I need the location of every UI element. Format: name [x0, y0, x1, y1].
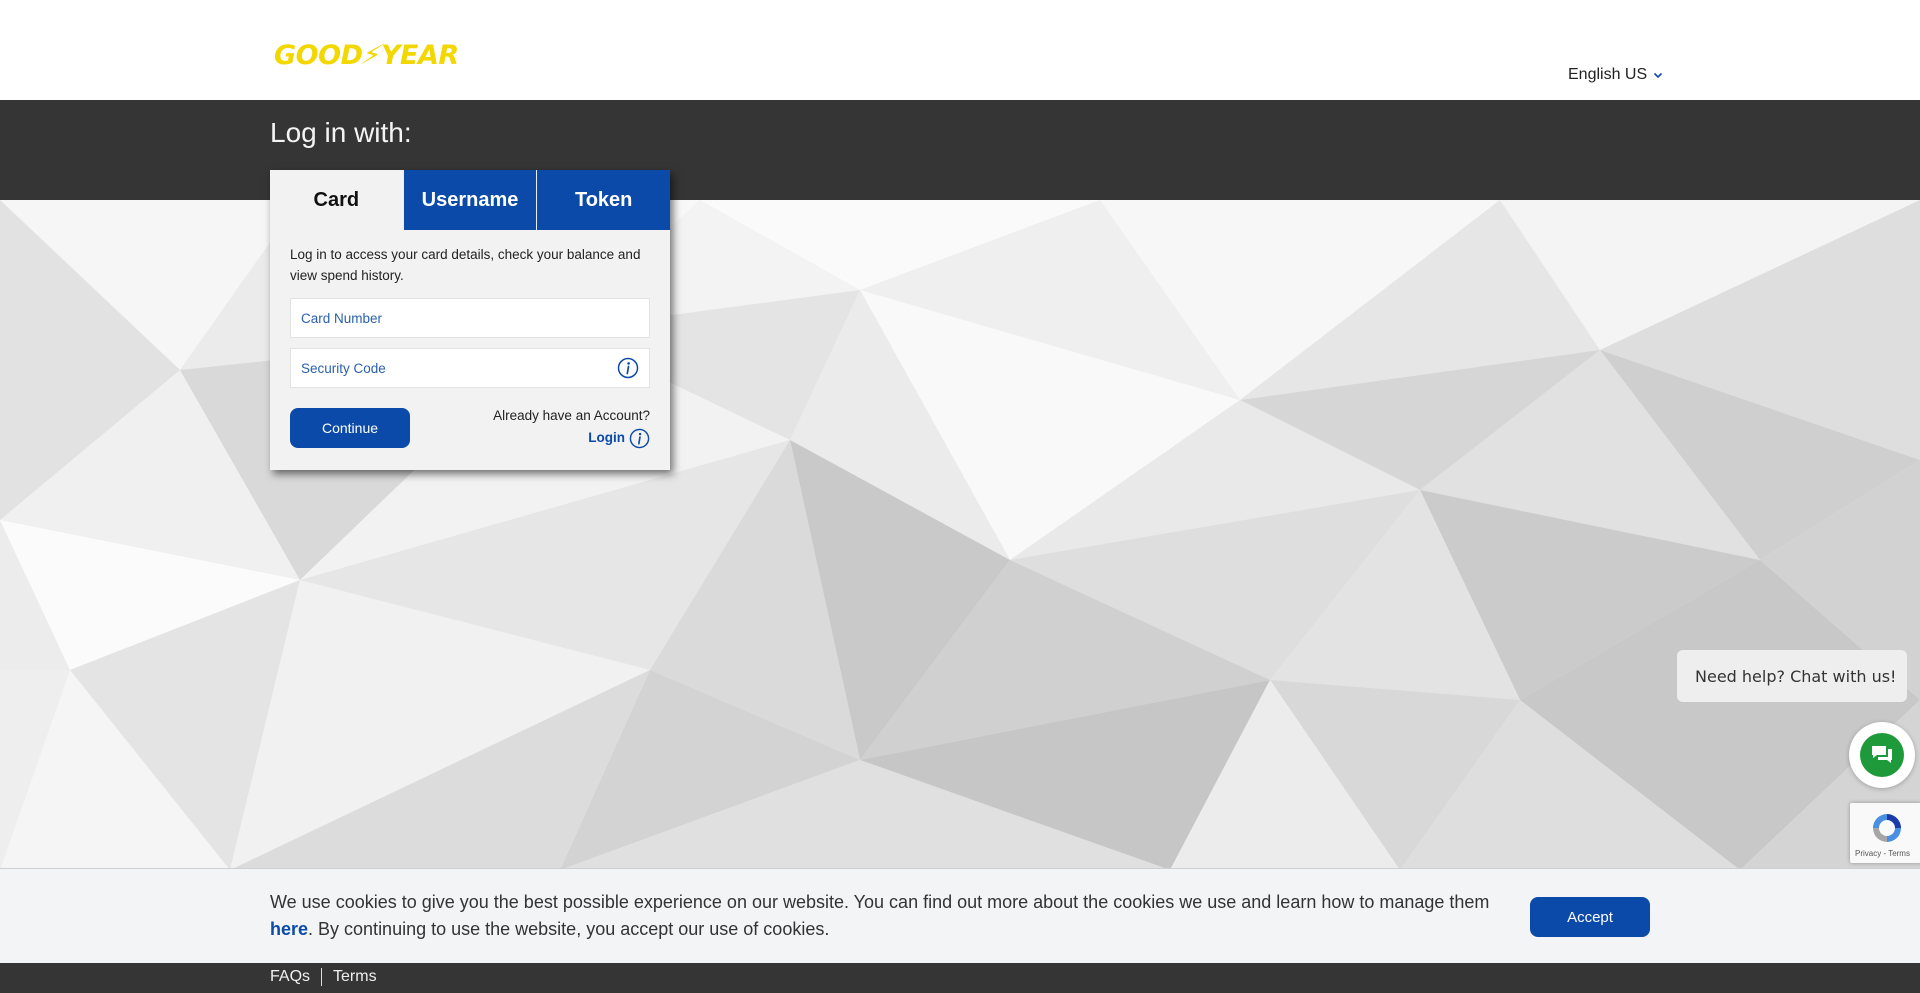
- chat-help-bubble[interactable]: Need help? Chat with us!: [1677, 650, 1907, 702]
- cookie-text-before: We use cookies to give you the best poss…: [270, 892, 1490, 912]
- tab-token[interactable]: Token: [536, 170, 671, 230]
- login-tabs: Card Username Token: [270, 170, 671, 230]
- chevron-down-icon: [1654, 72, 1663, 79]
- login-actions: Continue Already have an Account? Login: [290, 408, 650, 449]
- login-link[interactable]: Login: [588, 427, 650, 449]
- continue-button[interactable]: Continue: [290, 408, 410, 448]
- security-code-input[interactable]: [301, 360, 617, 376]
- cookie-policy-link[interactable]: here: [270, 919, 308, 939]
- recaptcha-links[interactable]: Privacy - Terms: [1855, 849, 1910, 858]
- footer-link-faqs[interactable]: FAQs: [270, 968, 310, 986]
- site-header: GOOD⚡YEAR English US: [0, 0, 1920, 100]
- logo-text-right: YEAR: [380, 40, 459, 71]
- footer-divider: [321, 968, 323, 986]
- tab-username[interactable]: Username: [402, 170, 537, 230]
- login-description: Log in to access your card details, chec…: [290, 247, 641, 283]
- chat-button[interactable]: [1849, 722, 1915, 788]
- recaptcha-badge[interactable]: Privacy - Terms: [1850, 803, 1920, 863]
- card-number-field-wrapper: [290, 298, 650, 338]
- cookie-message: We use cookies to give you the best poss…: [270, 889, 1500, 943]
- account-prompt: Already have an Account?: [493, 408, 650, 423]
- language-selector[interactable]: English US: [1568, 66, 1663, 84]
- footer-links: FAQs Terms: [270, 968, 377, 986]
- chat-button-inner: [1860, 733, 1904, 777]
- login-info-icon[interactable]: [629, 428, 650, 449]
- login-form: Log in to access your card details, chec…: [270, 230, 670, 449]
- language-label: English US: [1568, 66, 1648, 83]
- site-footer: FAQs Terms: [0, 963, 1920, 993]
- login-card: Card Username Token Log in to access you…: [270, 170, 671, 470]
- login-link-label: Login: [588, 430, 625, 445]
- logo-text-left: GOOD: [274, 40, 363, 71]
- recaptcha-icon: [1873, 814, 1901, 842]
- existing-account: Already have an Account? Login: [493, 405, 650, 449]
- accept-cookies-button[interactable]: Accept: [1530, 897, 1650, 937]
- goodyear-logo[interactable]: GOOD⚡YEAR: [274, 38, 459, 74]
- tab-card[interactable]: Card: [270, 170, 403, 230]
- info-icon[interactable]: [617, 357, 639, 379]
- cookie-banner: We use cookies to give you the best poss…: [0, 868, 1920, 963]
- page-title: Log in with:: [270, 117, 412, 148]
- footer-link-terms[interactable]: Terms: [333, 968, 377, 986]
- card-number-input[interactable]: [301, 310, 639, 326]
- cookie-text-after: . By continuing to use the website, you …: [308, 919, 830, 939]
- chat-icon: [1872, 746, 1892, 763]
- security-code-field-wrapper: [290, 348, 650, 388]
